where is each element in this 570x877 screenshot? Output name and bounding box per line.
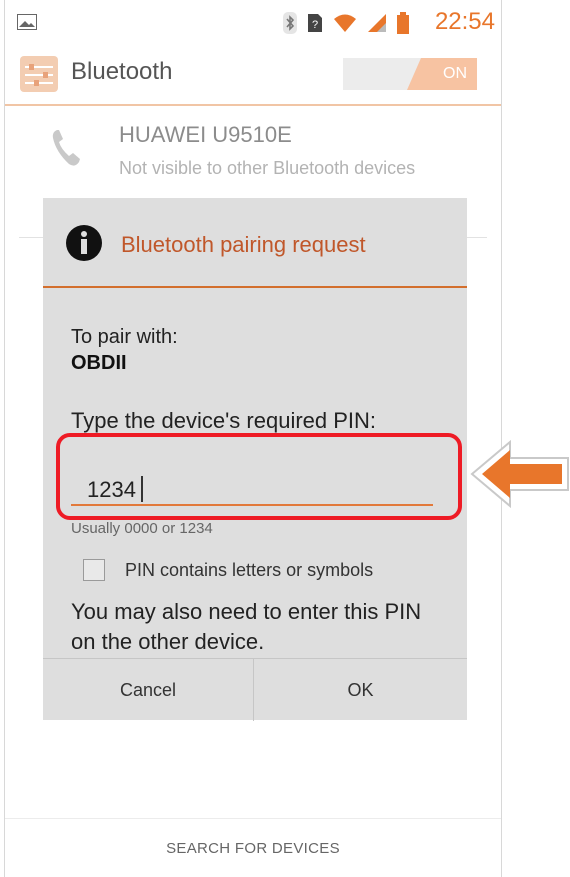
pin-prompt: Type the device's required PIN: <box>71 408 377 433</box>
dialog-footer: Cancel OK <box>43 658 467 721</box>
device-status: Not visible to other Bluetooth devices <box>119 158 416 178</box>
pair-device-name: OBDII <box>71 352 127 374</box>
toggle-label: ON <box>443 65 467 82</box>
dialog-title: Bluetooth pairing request <box>121 232 366 257</box>
bottom-bar: SEARCH FOR DEVICES <box>5 818 501 877</box>
settings-icon[interactable] <box>19 54 59 94</box>
dialog-header: Bluetooth pairing request <box>43 198 467 288</box>
info-icon <box>66 225 102 261</box>
status-time: 22:54 <box>434 8 495 35</box>
bluetooth-icon <box>283 12 297 34</box>
pair-label: To pair with: <box>71 326 178 348</box>
battery-icon <box>397 12 409 34</box>
pin-hint: Usually 0000 or 1234 <box>71 520 213 537</box>
phone-icon <box>52 130 80 166</box>
device-row[interactable]: HUAWEI U9510E Not visible to other Bluet… <box>5 106 501 206</box>
bluetooth-toggle[interactable]: ON <box>343 58 477 90</box>
status-icons: ? <box>283 12 409 34</box>
signal-icon <box>368 14 386 32</box>
wifi-icon <box>334 14 356 32</box>
image-icon <box>17 14 37 30</box>
sim-icon: ? <box>308 14 322 32</box>
checkbox-label[interactable]: PIN contains letters or symbols <box>125 560 373 581</box>
cancel-button[interactable]: Cancel <box>43 659 254 721</box>
pin-letters-checkbox[interactable] <box>83 559 105 581</box>
device-name: HUAWEI U9510E <box>119 122 292 147</box>
highlight-box <box>56 433 462 520</box>
action-bar: Bluetooth ON <box>5 44 501 106</box>
arrow-left-icon <box>470 440 569 508</box>
svg-text:?: ? <box>312 19 318 31</box>
search-devices-button[interactable]: SEARCH FOR DEVICES <box>5 819 501 877</box>
pin-note: You may also need to enter this PIN on t… <box>71 599 422 654</box>
page-title: Bluetooth <box>71 58 173 85</box>
ok-button[interactable]: OK <box>255 659 466 721</box>
status-bar: ? 22:54 <box>5 0 501 44</box>
